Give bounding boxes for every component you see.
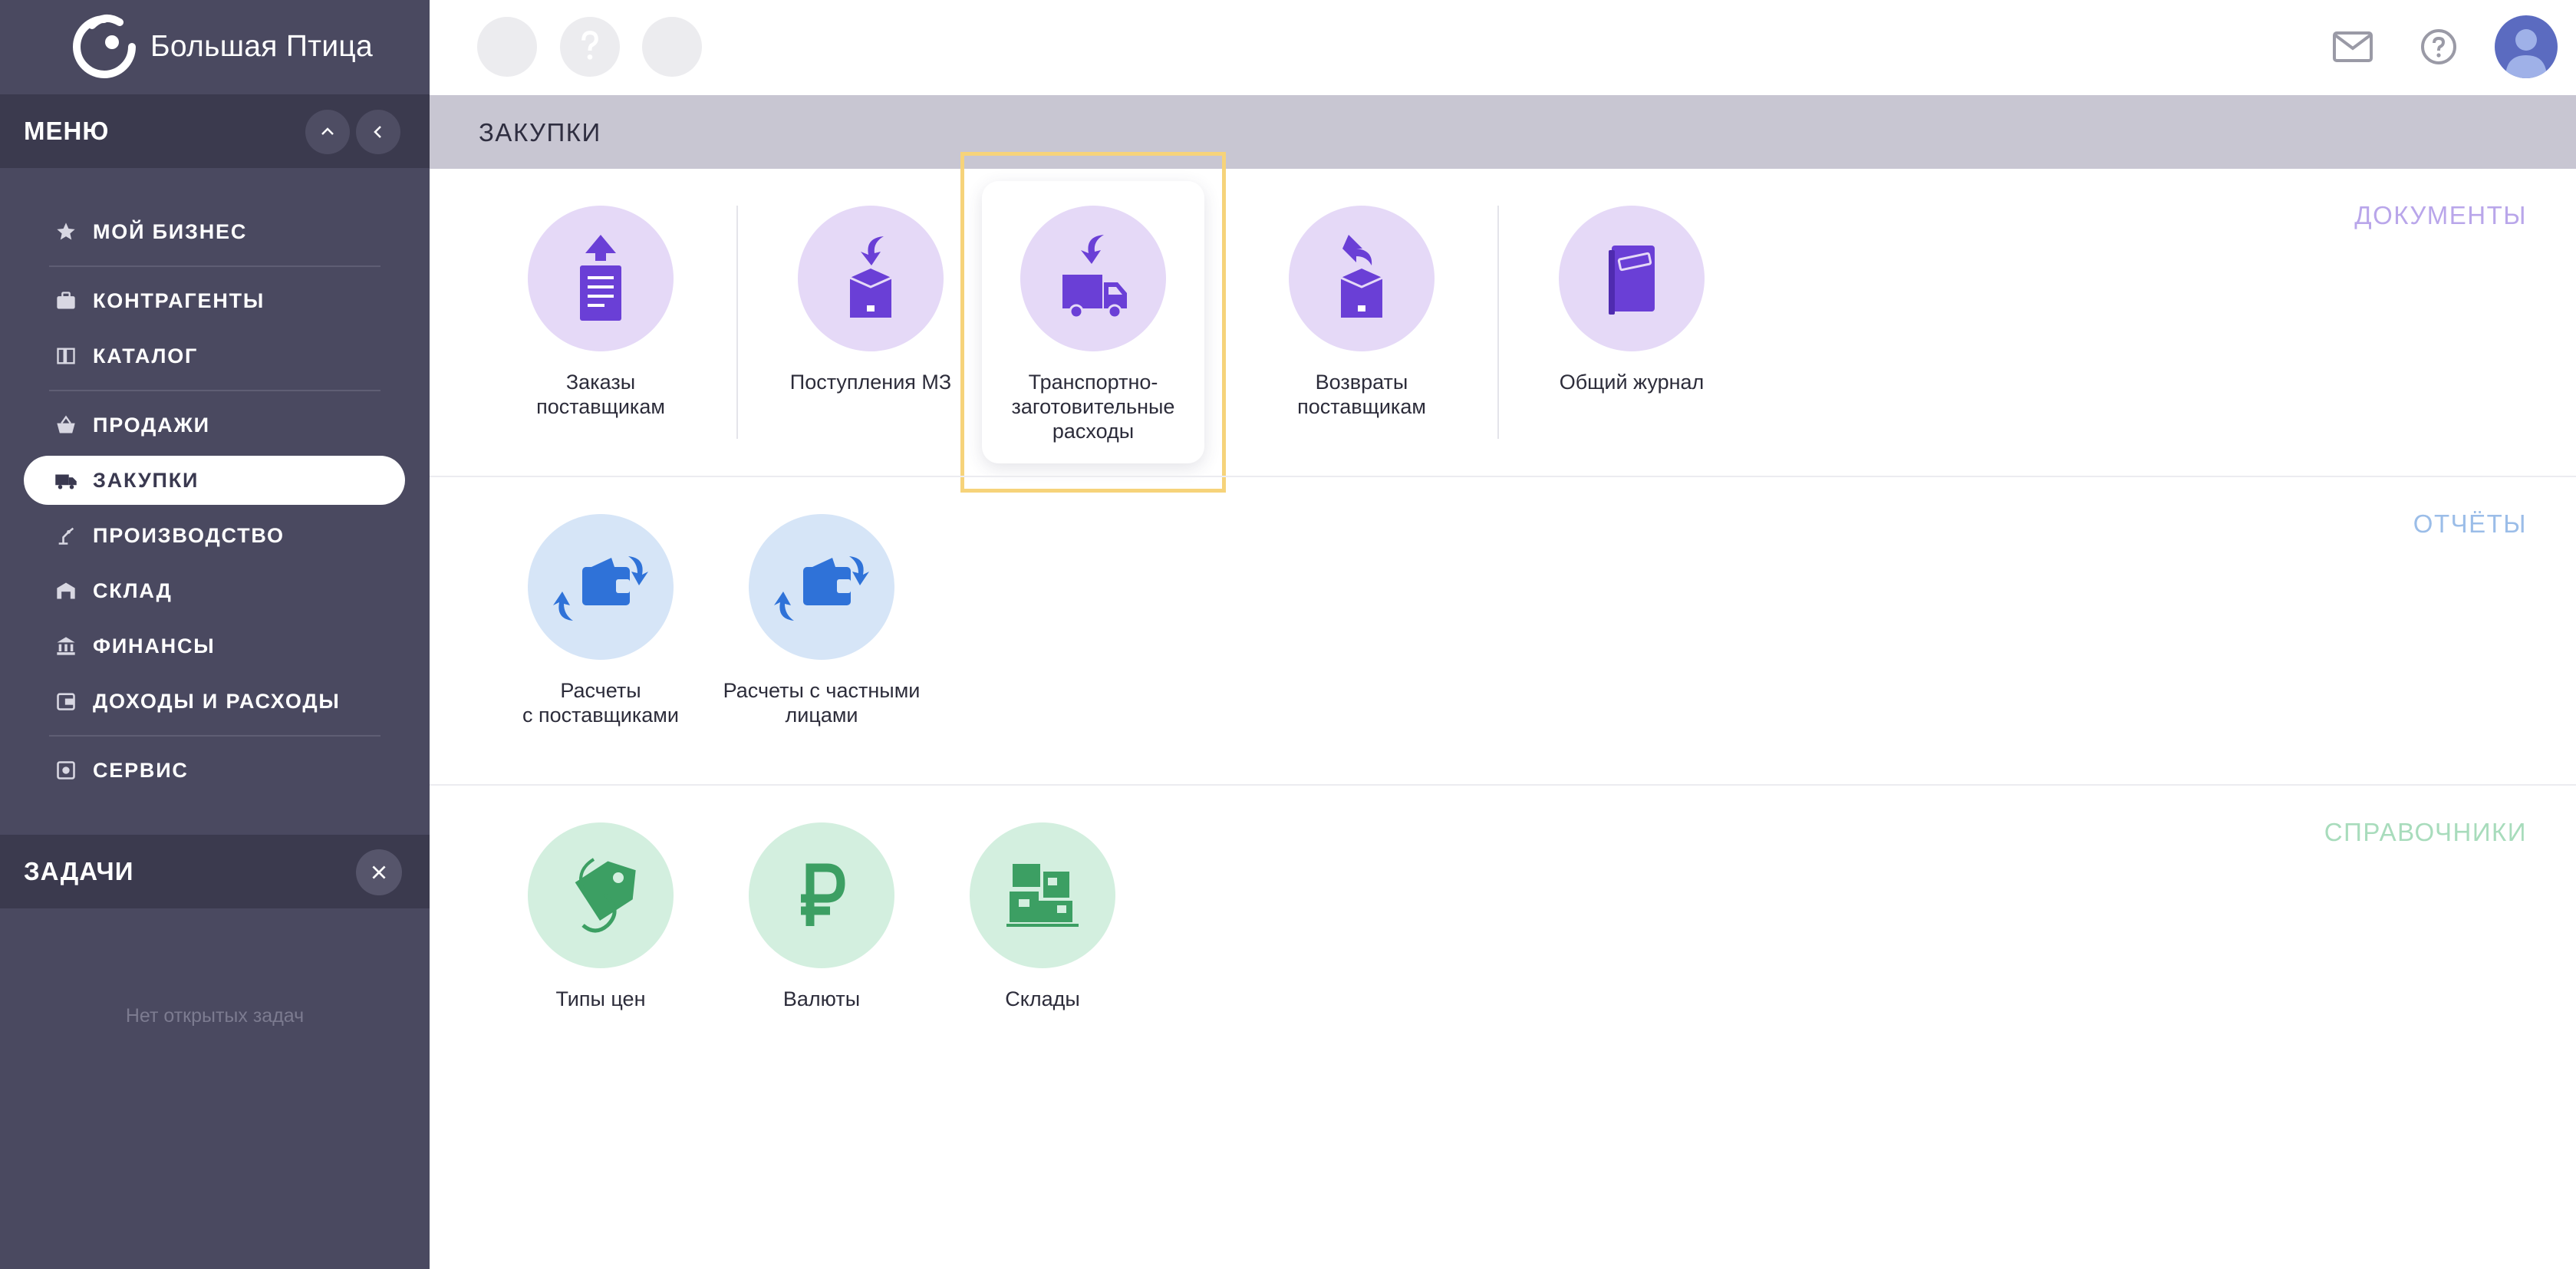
nav-item-income-expenses[interactable]: ДОХОДЫ И РАСХОДЫ: [24, 677, 405, 726]
logo-bird-icon: [69, 12, 140, 82]
nav-label: СЕРВИС: [93, 758, 189, 782]
help-button[interactable]: [2415, 23, 2462, 71]
tile-supplier-orders[interactable]: Заказы поставщикам: [489, 206, 712, 419]
app-name: Большая Птица: [150, 30, 374, 63]
tile-label: Общий журнал: [1559, 371, 1705, 394]
tile-label: Расчеты с поставщиками: [522, 679, 679, 727]
nav-item-contractors[interactable]: КОНТРАГЕНТЫ: [24, 276, 405, 325]
journal-icon: [1559, 206, 1705, 351]
nav-item-warehouse[interactable]: СКЛАД: [24, 566, 405, 615]
nav-label: СКЛАД: [93, 578, 173, 602]
nav-label: ФИНАНСЫ: [93, 634, 216, 658]
nav-item-production[interactable]: ПРОИЗВОДСТВО: [24, 511, 405, 560]
nav-item-sales[interactable]: ПРОДАЖИ: [24, 400, 405, 450]
tile-price-types[interactable]: Типы цен: [489, 822, 712, 1011]
help-icon: [2421, 29, 2456, 64]
star-icon: [53, 219, 79, 245]
chevron-left-icon: [374, 126, 381, 138]
nav-label: ЗАКУПКИ: [93, 468, 199, 492]
nav-divider: [49, 390, 380, 391]
book-icon: [53, 343, 79, 369]
tile-label: Возвраты поставщикам: [1297, 371, 1426, 418]
robot-arm-icon: [53, 522, 79, 549]
group-divider: [430, 784, 2576, 786]
user-avatar[interactable]: [2495, 15, 2558, 78]
truck-incoming-icon: [1020, 206, 1166, 351]
tile-label: Валюты: [782, 987, 861, 1010]
wallet-exchange-icon: [528, 514, 674, 660]
tile-label: Расчеты с частными лицами: [723, 679, 921, 727]
nav-item-purchases[interactable]: ЗАКУПКИ: [24, 456, 405, 505]
tile-supplier-settlements[interactable]: Расчеты с поставщиками: [489, 514, 712, 727]
section-header: ЗАКУПКИ: [430, 95, 2576, 169]
mail-button[interactable]: [2329, 23, 2377, 71]
user-icon: [2505, 29, 2547, 78]
tile-label: Транспортно-заготовительные расходы: [1011, 371, 1175, 443]
sidebar: Большая Птица МЕНЮ МОЙ БИЗНЕС КОНТРАГЕНТ…: [0, 0, 430, 1269]
group-label-references: СПРАВОЧНИКИ: [2324, 818, 2527, 846]
top-action-button[interactable]: [477, 17, 537, 77]
mail-icon: [2333, 31, 2373, 62]
nav-item-my-business[interactable]: МОЙ БИЗНЕС: [24, 207, 405, 256]
tile-label: Поступления МЗ: [789, 371, 952, 394]
help-circle-button[interactable]: [560, 17, 620, 77]
warehouse-boxes-icon: [970, 822, 1115, 968]
chevron-up-icon: [321, 127, 334, 135]
warehouse-icon: [53, 578, 79, 604]
tasks-empty-message: Нет открытых задач: [125, 1005, 305, 1027]
nav-label: ПРОДАЖИ: [93, 413, 210, 437]
ruble-icon: [749, 822, 894, 968]
group-label-documents: ДОКУМЕНТЫ: [2354, 201, 2527, 229]
tile-label: Типы цен: [555, 987, 646, 1010]
nav-divider: [49, 265, 380, 267]
tile-supplier-returns[interactable]: Возвраты поставщикам: [1250, 206, 1473, 419]
incoming-box-icon: [798, 206, 944, 351]
wallet-exchange-icon: [749, 514, 894, 660]
tile-individual-settlements[interactable]: Расчеты с частными лицами: [710, 514, 933, 727]
tile-label: Склады: [1005, 987, 1080, 1010]
tile-warehouses[interactable]: Склады: [931, 822, 1154, 1011]
group-label-reports: ОТЧЁТЫ: [2413, 509, 2527, 538]
order-doc-icon: [528, 206, 674, 351]
nav-label: ДОХОДЫ И РАСХОДЫ: [93, 689, 341, 713]
tasks-title: ЗАДАЧИ: [24, 857, 134, 885]
section-title: ЗАКУПКИ: [479, 118, 601, 147]
tasks-header: ЗАДАЧИ: [0, 835, 430, 908]
tasks-close-button[interactable]: [356, 849, 402, 895]
tile-label: Заказы поставщикам: [536, 371, 665, 418]
return-box-icon: [1289, 206, 1435, 351]
truck-icon: [53, 467, 79, 493]
briefcase-icon: [53, 288, 79, 314]
nav-label: ПРОИЗВОДСТВО: [93, 523, 285, 547]
service-icon: [53, 757, 79, 783]
nav-divider: [49, 735, 380, 737]
menu-header: МЕНЮ: [0, 94, 430, 168]
tile-currencies[interactable]: Валюты: [710, 822, 933, 1011]
question-icon: [581, 31, 598, 60]
top-bar: [430, 0, 2576, 95]
group-divider: [430, 476, 2576, 477]
nav-item-finance[interactable]: ФИНАНСЫ: [24, 621, 405, 671]
app-logo[interactable]: Большая Птица: [69, 12, 373, 81]
nav-label: МОЙ БИЗНЕС: [93, 219, 248, 243]
nav-item-catalog[interactable]: КАТАЛОГ: [24, 331, 405, 381]
nav-label: КОНТРАГЕНТЫ: [93, 288, 265, 312]
price-tag-icon: [528, 822, 674, 968]
tile-general-journal[interactable]: Общий журнал: [1520, 206, 1743, 394]
wallet-icon: [53, 688, 79, 714]
collapse-left-button[interactable]: [356, 110, 400, 154]
bank-icon: [53, 633, 79, 659]
tile-divider: [1497, 206, 1499, 439]
tile-divider: [736, 206, 738, 439]
nav-label: КАТАЛОГ: [93, 344, 199, 368]
top-action-button[interactable]: [642, 17, 702, 77]
nav-item-service[interactable]: СЕРВИС: [24, 746, 405, 795]
tile-incoming-materials[interactable]: Поступления МЗ: [759, 206, 982, 394]
tile-transport-costs[interactable]: Транспортно-заготовительные расходы: [982, 206, 1204, 443]
close-icon: [372, 865, 386, 879]
basket-icon: [53, 412, 79, 438]
collapse-up-button[interactable]: [305, 110, 350, 154]
menu-title: МЕНЮ: [24, 117, 110, 145]
